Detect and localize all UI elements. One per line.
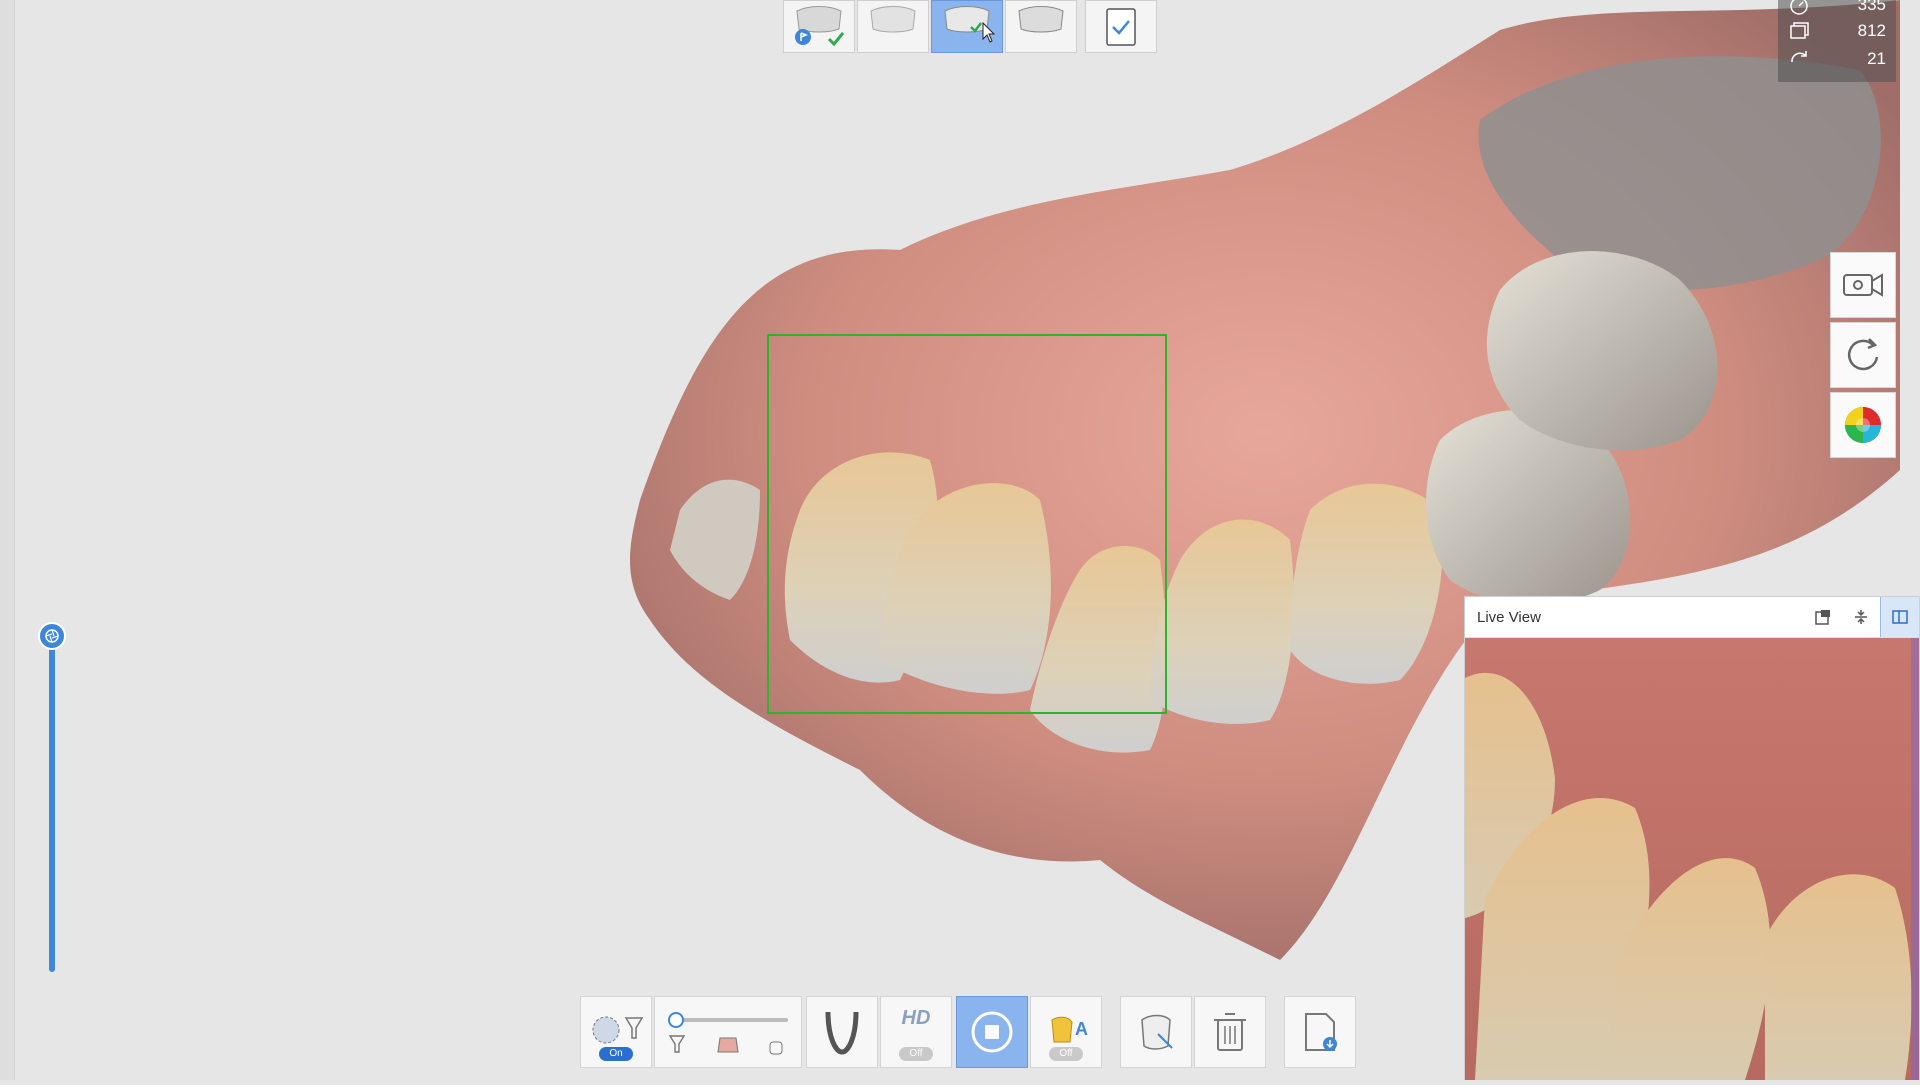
step-occlusion[interactable] [931, 0, 1003, 53]
ai-toggle[interactable]: Off [1049, 1047, 1083, 1061]
trash-icon [1214, 1013, 1246, 1051]
hd-label: HD [901, 1007, 931, 1029]
video-camera-button[interactable] [1830, 252, 1896, 318]
collapse-icon [1855, 610, 1867, 624]
trim-button[interactable] [1120, 996, 1192, 1068]
stop-scan-button[interactable] [956, 996, 1028, 1068]
depth-slider[interactable] [38, 622, 66, 974]
filter-level-slider[interactable] [658, 1002, 798, 1062]
filter-toggle[interactable]: On [599, 1047, 633, 1061]
delete-button[interactable] [1194, 996, 1266, 1068]
ai-scan-button[interactable]: A Off [1030, 996, 1102, 1068]
frames-icon [1790, 22, 1809, 39]
filter-level-control [654, 996, 802, 1068]
live-view-image [1465, 638, 1919, 1080]
depth-slider-handle[interactable] [38, 622, 66, 650]
left-panel-edge [0, 0, 15, 1080]
rotation-icon [1791, 51, 1807, 63]
color-wheel-icon [1845, 407, 1881, 443]
reset-view-button[interactable] [1830, 322, 1896, 388]
collapse-button[interactable] [1842, 597, 1880, 637]
live-view-actions [1804, 597, 1919, 637]
live-view-header: Live View [1465, 597, 1919, 638]
smart-filter-button[interactable]: On [580, 996, 652, 1068]
document-export-icon [1305, 1013, 1337, 1051]
stop-icon [971, 1011, 1013, 1053]
mandible-icon [870, 5, 916, 32]
split-view-icon [1892, 610, 1908, 624]
ai-label: A [1075, 1019, 1088, 1039]
popout-button[interactable] [1804, 597, 1842, 637]
tooth-trim-icon [1141, 1014, 1173, 1050]
step-maxilla[interactable] [783, 0, 855, 53]
scan-step-bar [783, 0, 1157, 53]
clipboard-check-icon [1106, 7, 1136, 46]
live-view-panel: Live View [1464, 596, 1920, 1080]
occlusion-icon [944, 5, 996, 43]
step-complete[interactable] [1085, 0, 1157, 53]
depth-slider-track[interactable] [49, 632, 55, 972]
color-map-button[interactable] [1830, 392, 1896, 458]
bite-icon [1018, 5, 1064, 32]
hd-toggle[interactable]: Off [899, 1047, 933, 1061]
step-mandible[interactable] [857, 0, 929, 53]
popout-icon [1815, 610, 1830, 625]
side-toolbar [1830, 252, 1896, 462]
scan-stats-panel: 335 812 21 [1778, 0, 1896, 82]
arch-button[interactable] [806, 996, 878, 1068]
arch-icon [825, 1011, 859, 1055]
live-view-title: Live View [1477, 608, 1541, 626]
stat-frames: 812 [1778, 18, 1886, 44]
stat-time: 335 [1778, 0, 1886, 18]
timer-icon [1790, 0, 1808, 15]
step-bite[interactable] [1005, 0, 1077, 53]
hd-mode-button[interactable]: HD Off [880, 996, 952, 1068]
video-camera-icon [1843, 273, 1883, 297]
stat-rotation: 21 [1778, 46, 1886, 72]
maxilla-icon [795, 5, 845, 46]
aperture-icon [45, 629, 59, 643]
rotate-icon [1847, 338, 1879, 371]
export-button[interactable] [1284, 996, 1356, 1068]
split-view-button[interactable] [1880, 597, 1919, 637]
